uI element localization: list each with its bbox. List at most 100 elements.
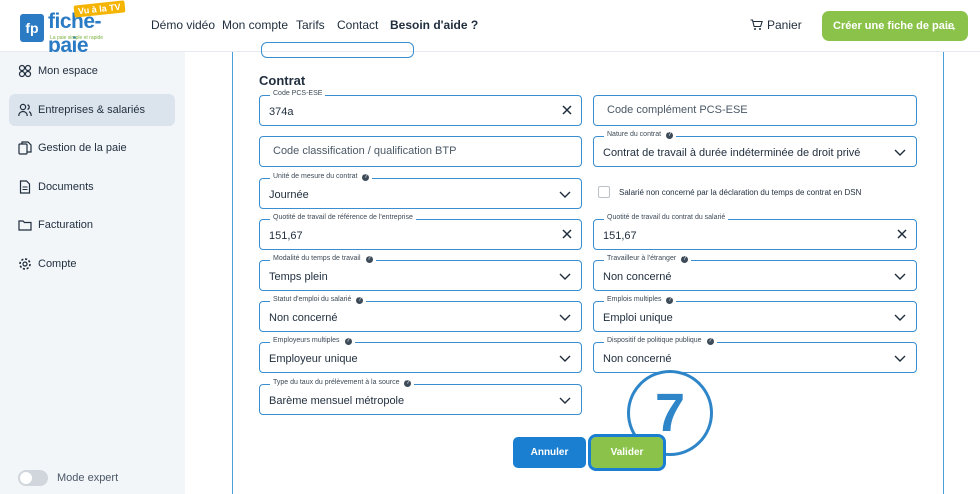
emplois-multiples-label-text: Emplois multiples xyxy=(607,296,662,303)
nav-help[interactable]: Besoin d'aide ? xyxy=(390,18,478,32)
help-icon[interactable]: ? xyxy=(365,256,373,263)
emplois-multiples-value: Emploi unique xyxy=(603,312,673,324)
nav-demo-video[interactable]: Démo vidéo xyxy=(151,18,215,32)
submit-button[interactable]: Valider xyxy=(588,434,666,471)
employeurs-multiples-label-text: Employeurs multiples xyxy=(273,337,340,344)
code-pcs-value: 374a xyxy=(269,106,294,118)
fiche-paie-logo[interactable]: fp fiche-paie Vu à la TV La paie simple … xyxy=(20,0,132,57)
help-icon[interactable]: ? xyxy=(666,132,674,139)
sidebar-item-facturation[interactable]: Facturation xyxy=(9,209,175,241)
nav-tarifs[interactable]: Tarifs xyxy=(296,18,325,32)
create-payslip-label: Créer une fiche de paie xyxy=(833,20,955,32)
quotite-entreprise-field[interactable]: Quotité de travail de référence de l'ent… xyxy=(259,214,582,250)
quotite-salarie-field[interactable]: Quotité de travail du contrat du salarié… xyxy=(593,214,917,250)
quotite-salarie-value: 151,67 xyxy=(603,230,637,242)
salarie-non-concerne-checkbox[interactable] xyxy=(598,186,610,198)
sidebar: Mon espace Entreprises & salariés Gestio… xyxy=(0,52,185,494)
unite-mesure-value: Journée xyxy=(269,189,309,201)
statut-emploi-value: Non concerné xyxy=(269,312,338,324)
emplois-multiples-select[interactable]: Emplois multiples? Emploi unique xyxy=(593,296,917,332)
top-header: fp fiche-paie Vu à la TV La paie simple … xyxy=(0,0,980,57)
help-icon[interactable]: ? xyxy=(706,338,714,345)
chevron-down-icon xyxy=(559,355,571,362)
close-icon[interactable] xyxy=(560,103,574,117)
dispositif-politique-value: Non concerné xyxy=(603,353,672,365)
modalite-temps-label: Modalité du temps de travail? xyxy=(270,255,376,263)
modalite-temps-label-text: Modalité du temps de travail xyxy=(273,255,361,262)
close-icon[interactable] xyxy=(560,227,574,241)
travailleur-etranger-label-text: Travailleur à l'étranger xyxy=(607,255,677,262)
chevron-down-icon xyxy=(894,355,906,362)
previous-field-edge xyxy=(261,42,414,58)
main-content: Contrat Code PCS-ESE 374a Code complémen… xyxy=(185,42,980,494)
help-icon[interactable]: ? xyxy=(666,297,674,304)
type-taux-select[interactable]: Type du taux du prélèvement à la source?… xyxy=(259,379,582,415)
nature-contrat-label: Nature du contrat? xyxy=(604,131,677,139)
folder-icon xyxy=(18,220,32,231)
chevron-down-icon xyxy=(559,273,571,280)
travailleur-etranger-value: Non concerné xyxy=(603,271,672,283)
sidebar-item-label: Facturation xyxy=(38,219,94,231)
modalite-temps-select[interactable]: Modalité du temps de travail? Temps plei… xyxy=(259,255,582,291)
close-icon[interactable] xyxy=(895,227,909,241)
cart-icon xyxy=(750,19,763,30)
nav-mon-compte[interactable]: Mon compte xyxy=(222,18,288,32)
nature-contrat-label-text: Nature du contrat xyxy=(607,131,662,138)
employeurs-multiples-value: Employeur unique xyxy=(269,353,358,365)
mode-expert-label: Mode expert xyxy=(57,472,119,484)
unite-mesure-label: Unité de mesure du contrat? xyxy=(270,173,373,181)
sidebar-item-gestion-paie[interactable]: Gestion de la paie xyxy=(9,132,175,164)
section-title: Contrat xyxy=(259,73,306,88)
files-icon xyxy=(18,141,32,155)
type-taux-label-text: Type du taux du prélèvement à la source xyxy=(273,379,400,386)
sidebar-item-documents[interactable]: Documents xyxy=(9,171,175,203)
statut-emploi-select[interactable]: Statut d'emploi du salarié? Non concerné xyxy=(259,296,582,332)
sidebar-item-label: Mon espace xyxy=(38,65,98,77)
code-complement-placeholder: Code complément PCS-ESE xyxy=(607,104,748,116)
dispositif-politique-label: Dispositif de politique publique? xyxy=(604,337,717,345)
gear-icon xyxy=(19,258,31,270)
salarie-non-concerne-label: Salarié non concerné par la déclaration … xyxy=(619,188,862,197)
arrow-right-icon: → xyxy=(944,18,958,34)
code-classification-field[interactable]: Code classification / qualification BTP xyxy=(259,136,582,167)
help-icon[interactable]: ? xyxy=(344,338,352,345)
nature-contrat-value: Contrat de travail à durée indéterminée … xyxy=(603,147,861,159)
employeurs-multiples-select[interactable]: Employeurs multiples? Employeur unique xyxy=(259,337,582,373)
cart-label: Panier xyxy=(767,18,802,32)
sidebar-item-entreprises[interactable]: Entreprises & salariés xyxy=(9,94,175,126)
nav-contact[interactable]: Contact xyxy=(337,18,378,32)
code-pcs-field[interactable]: Code PCS-ESE 374a xyxy=(259,90,582,126)
sidebar-item-label: Entreprises & salariés xyxy=(38,104,145,116)
create-payslip-button[interactable]: Créer une fiche de paie → xyxy=(822,11,968,41)
modalite-temps-value: Temps plein xyxy=(269,271,328,283)
dashboard-icon xyxy=(18,64,32,78)
help-icon[interactable]: ? xyxy=(681,256,689,263)
quotite-salarie-label: Quotité de travail du contrat du salarié xyxy=(604,214,729,221)
travailleur-etranger-select[interactable]: Travailleur à l'étranger? Non concerné xyxy=(593,255,917,291)
sidebar-item-mon-espace[interactable]: Mon espace xyxy=(9,55,175,87)
emplois-multiples-label: Emplois multiples? xyxy=(604,296,677,304)
cart-link[interactable]: Panier xyxy=(750,18,802,32)
dispositif-politique-label-text: Dispositif de politique publique xyxy=(607,337,702,344)
quotite-entreprise-value: 151,67 xyxy=(269,230,303,242)
chevron-down-icon xyxy=(559,191,571,198)
document-icon xyxy=(19,180,31,194)
help-icon[interactable]: ? xyxy=(404,380,412,387)
chevron-down-icon xyxy=(559,397,571,404)
code-complement-field[interactable]: Code complément PCS-ESE xyxy=(593,95,917,126)
cancel-button[interactable]: Annuler xyxy=(513,437,586,468)
unite-mesure-select[interactable]: Unité de mesure du contrat? Journée xyxy=(259,173,582,209)
unite-mesure-label-text: Unité de mesure du contrat xyxy=(273,173,358,180)
mode-expert-toggle[interactable] xyxy=(18,470,48,486)
nature-contrat-select[interactable]: Nature du contrat? Contrat de travail à … xyxy=(593,131,917,167)
employeurs-multiples-label: Employeurs multiples? xyxy=(270,337,355,345)
help-icon[interactable]: ? xyxy=(356,297,364,304)
statut-emploi-label-text: Statut d'emploi du salarié xyxy=(273,296,352,303)
sidebar-item-compte[interactable]: Compte xyxy=(9,248,175,280)
sidebar-item-label: Compte xyxy=(38,258,77,270)
chevron-down-icon xyxy=(559,314,571,321)
chevron-down-icon xyxy=(894,273,906,280)
help-icon[interactable]: ? xyxy=(362,174,370,181)
dispositif-politique-select[interactable]: Dispositif de politique publique? Non co… xyxy=(593,337,917,373)
statut-emploi-label: Statut d'emploi du salarié? xyxy=(270,296,367,304)
